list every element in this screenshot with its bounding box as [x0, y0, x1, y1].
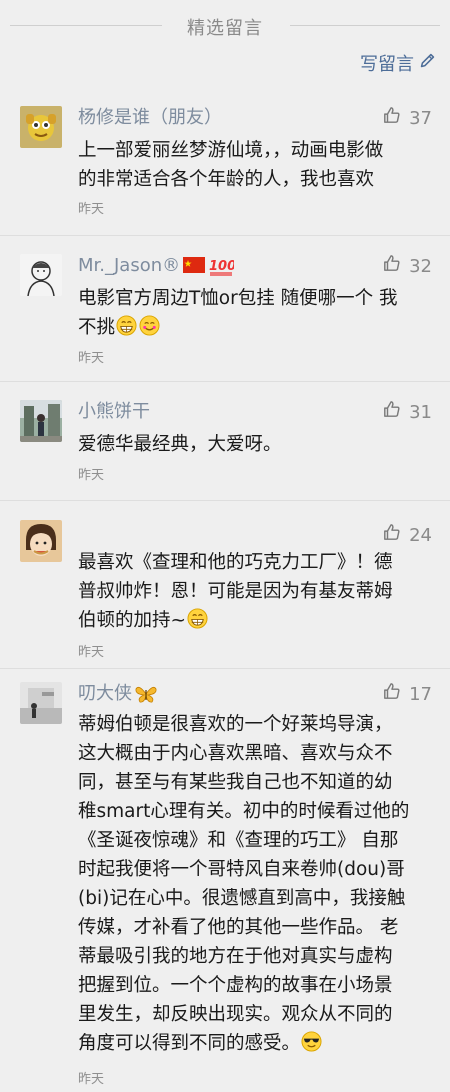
comment-nickname[interactable]: Mr._Jason® 100 — [78, 254, 236, 278]
divider — [0, 235, 450, 236]
comment-item: 小熊饼干 31 爱德华最经典，大爱呀。 昨天 — [0, 400, 450, 490]
comment-text: 蒂姆伯顿是很喜欢的一个好莱坞导演， 这大概由于内心喜欢黑暗、喜欢与众不 同，甚至… — [78, 714, 410, 1054]
like-count: 24 — [409, 524, 432, 546]
like-button[interactable]: 24 — [383, 523, 432, 548]
like-count: 37 — [409, 107, 432, 129]
thumb-up-icon — [383, 682, 401, 707]
comment-time: 昨天 — [78, 1072, 105, 1087]
avatar[interactable] — [20, 520, 62, 562]
divider — [0, 500, 450, 501]
comment-item: Mr._Jason® 100 32 电影官方周边T恤or包挂 随便哪一个 我 不… — [0, 254, 450, 374]
avatar[interactable] — [20, 106, 62, 148]
grinning-emoji-icon — [116, 315, 137, 336]
comment-nickname[interactable]: 杨修是谁（朋友） — [78, 106, 222, 130]
comment-item: 叨大侠 17 蒂姆伯顿是很喜欢的一个好莱坞导演， 这大概由于内心喜欢黑暗、喜欢与… — [0, 682, 450, 1092]
comment-text: 最喜欢《查理和他的巧克力工厂》！德 普叔帅炸！恩！可能是因为有基友蒂姆 伯顿的加… — [78, 552, 393, 631]
like-button[interactable]: 37 — [383, 106, 432, 131]
svg-text:100: 100 — [209, 259, 234, 274]
title-divider-right — [290, 25, 440, 26]
thumb-up-icon — [383, 400, 401, 425]
section-title: 精选留言 — [187, 18, 263, 39]
comment-text: 上一部爱丽丝梦游仙境，，动画电影做 的非常适合各个年龄的人，我也喜欢 — [78, 140, 384, 190]
smiling-emoji-icon — [139, 315, 160, 336]
thumb-up-icon — [383, 523, 401, 548]
avatar[interactable] — [20, 682, 62, 724]
divider — [0, 381, 450, 382]
thumb-up-icon — [383, 106, 401, 131]
pencil-icon — [419, 52, 436, 74]
like-button[interactable]: 17 — [383, 682, 432, 707]
like-count: 17 — [409, 683, 432, 705]
like-count: 31 — [409, 401, 432, 423]
write-comment-button[interactable]: 写留言 — [360, 50, 436, 76]
avatar[interactable] — [20, 400, 62, 442]
comment-time: 昨天 — [78, 468, 105, 483]
hundred-points-icon: 100 — [208, 256, 236, 276]
butterfly-icon — [135, 684, 157, 704]
like-count: 32 — [409, 255, 432, 277]
comment-nickname[interactable]: 小熊饼干 — [78, 400, 150, 424]
thumb-up-icon — [383, 254, 401, 279]
comments-header: 精选留言 写留言 — [0, 0, 450, 100]
comment-text: 爱德华最经典，大爱呀。 — [78, 434, 282, 455]
comment-item: 24 最喜欢《查理和他的巧克力工厂》！德 普叔帅炸！恩！可能是因为有基友蒂姆 伯… — [0, 520, 450, 660]
like-button[interactable]: 32 — [383, 254, 432, 279]
avatar[interactable] — [20, 254, 62, 296]
china-flag-icon — [183, 256, 206, 276]
sunglasses-emoji-icon — [301, 1031, 322, 1052]
comment-item: 杨修是谁（朋友） 37 上一部爱丽丝梦游仙境，，动画电影做 的非常适合各个年龄的… — [0, 106, 450, 226]
write-comment-label: 写留言 — [360, 54, 414, 75]
like-button[interactable]: 31 — [383, 400, 432, 425]
comment-time: 昨天 — [78, 645, 105, 660]
comment-time: 昨天 — [78, 351, 105, 366]
comment-time: 昨天 — [78, 202, 105, 217]
divider — [0, 668, 450, 669]
comment-text: 电影官方周边T恤or包挂 随便哪一个 我 不挑 — [78, 288, 398, 338]
comment-nickname[interactable]: 叨大侠 — [78, 682, 157, 706]
grinning-emoji-icon — [187, 608, 208, 629]
